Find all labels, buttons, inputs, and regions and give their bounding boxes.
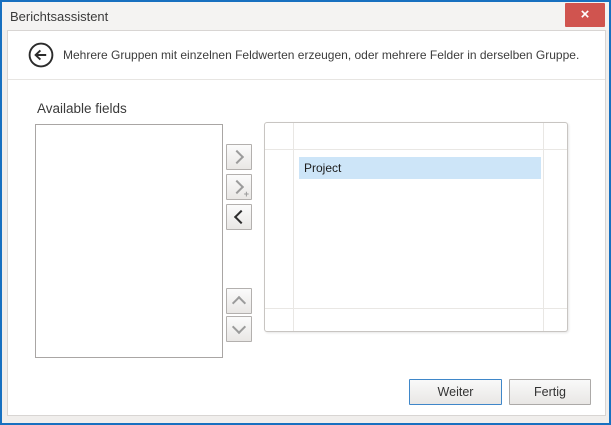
chevron-down-icon (232, 320, 246, 334)
wizard-header: Mehrere Gruppen mit einzelnen Feldwerten… (8, 31, 605, 80)
move-right-new-group-button[interactable]: + (226, 174, 252, 200)
window-title: Berichtsassistent (2, 9, 108, 24)
move-up-button[interactable] (226, 288, 252, 314)
grid-header-divider (265, 149, 567, 150)
plus-icon: + (244, 190, 249, 199)
chevron-right-plus-icon (230, 180, 244, 194)
move-down-button[interactable] (226, 316, 252, 342)
wizard-instruction: Mehrere Gruppen mit einzelnen Feldwerten… (63, 48, 579, 62)
move-right-button[interactable] (226, 144, 252, 170)
grid-right-column-divider (543, 123, 544, 331)
group-row-project[interactable]: Project (299, 157, 541, 179)
chevron-right-icon (230, 150, 244, 164)
group-row-label: Project (299, 161, 341, 175)
close-icon: × (581, 7, 590, 22)
close-button[interactable]: × (565, 3, 605, 27)
move-left-button[interactable] (226, 204, 252, 230)
grid-footer-divider (265, 308, 567, 309)
available-fields-list[interactable] (35, 124, 223, 358)
groups-grid: Project (264, 122, 568, 332)
next-button[interactable]: Weiter (409, 379, 502, 405)
arrow-left-circle-icon (28, 56, 54, 71)
title-bar: Berichtsassistent (2, 2, 609, 30)
wizard-panel: Mehrere Gruppen mit einzelnen Feldwerten… (7, 30, 606, 416)
chevron-up-icon (232, 296, 246, 310)
back-button[interactable] (28, 42, 54, 68)
grid-left-column-divider (293, 123, 294, 331)
chevron-left-icon (234, 210, 248, 224)
finish-button[interactable]: Fertig (509, 379, 591, 405)
berichtsassistent-dialog: Berichtsassistent × Mehrere Gruppen mit … (0, 0, 611, 425)
available-fields-label: Available fields (37, 101, 127, 116)
